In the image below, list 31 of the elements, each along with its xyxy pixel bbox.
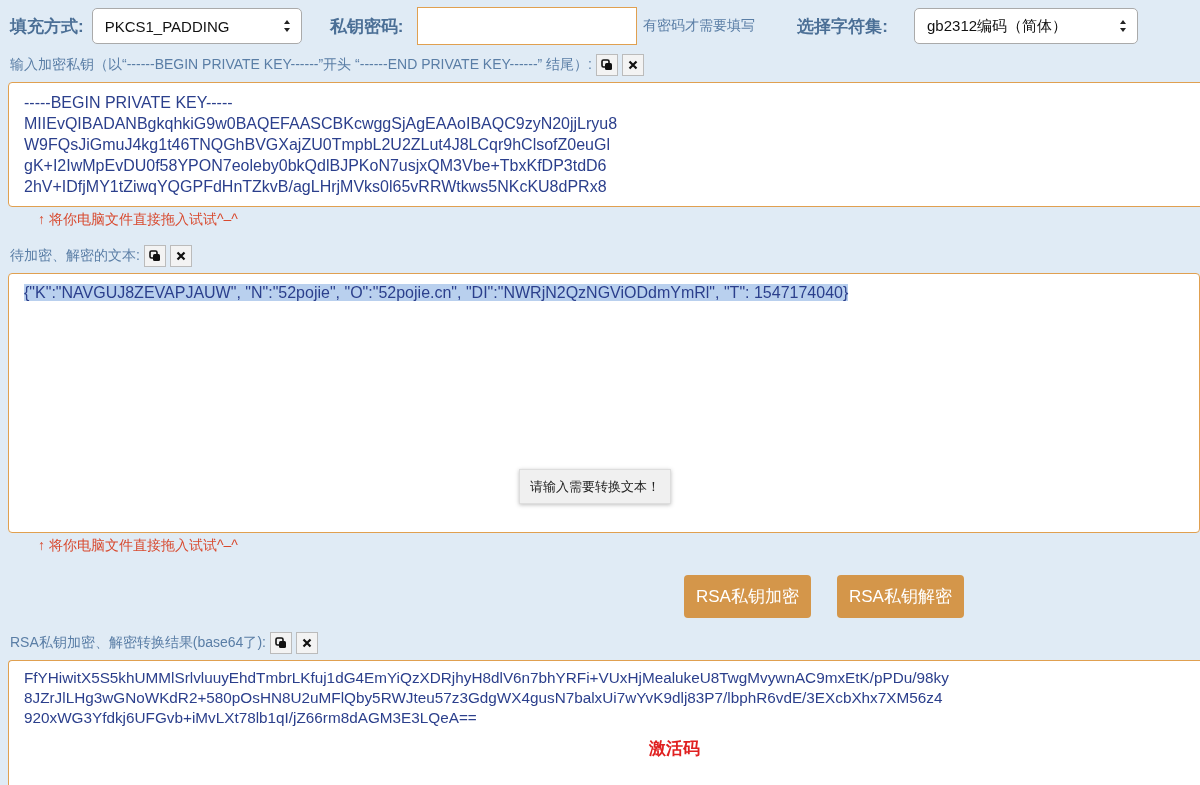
close-icon (628, 60, 638, 70)
copy-icon (274, 637, 287, 649)
annotation-label: 激活码 (649, 739, 700, 759)
password-field[interactable] (417, 7, 638, 45)
password-label: 私钥密码: (329, 15, 404, 38)
copy-button[interactable] (143, 245, 166, 267)
copy-icon (148, 250, 161, 262)
private-key-textarea[interactable]: -----BEGIN PRIVATE KEY----- MIIEvQIBADANBgkqhkiG9w0BAQEFAASCBKcwggSjAgEAAoIBAQC9zyN20jjLryu8 W9FQsJiGmuJ4kg1t46TNQGhBVGXajZU0TmpbL2U2ZLut4J8LCqr9hClsofZ0euGl gK+I2IwMpEvDU0f58YPON7eoleby0bkQdlBJPKoN7usjxQM3Vbe+TbxKfDP3tdD6 2hV+IDfjMY1tZiwqYQGPFdHnTZkvB/agLHrjMVks0l65vRRWtkws5NKcKU8dPRx8 (8, 82, 1200, 207)
password-hint: 有密码才需要填写 (643, 17, 756, 35)
charset-label: 选择字符集: (797, 15, 888, 38)
close-icon (301, 638, 312, 648)
clear-button[interactable] (295, 632, 318, 654)
input-textarea[interactable]: {"K":"NAVGUJ8ZEVAPJAUW", "N":"52pojie", "O":"52pojie.cn", "DI":"NWRjN2QzNGViODdmYmRl", "T": 1547174040} 请输入需要转换文本！ (8, 273, 1200, 533)
private-key-label: 输入加密私钥（以“------BEGIN PRIVATE KEY------”开头 “------END PRIVATE KEY------” 结尾）: (10, 56, 592, 74)
copy-icon (601, 59, 613, 71)
copy-button[interactable] (596, 54, 618, 76)
padding-label: 填充方式: (10, 15, 84, 38)
charset-select[interactable]: gb2312编码（简体） (914, 8, 1138, 44)
input-text-label: 待加密、解密的文本: (10, 247, 140, 265)
clear-button[interactable] (622, 54, 644, 76)
drag-drop-hint: ↑ 将你电脑文件直接拖入试试^–^ (37, 210, 239, 229)
caret-icon (1119, 19, 1127, 33)
padding-select[interactable]: PKCS1_PADDING (91, 8, 302, 44)
copy-button[interactable] (269, 632, 292, 654)
validation-tooltip: 请输入需要转换文本！ (519, 469, 671, 504)
caret-icon (282, 19, 291, 33)
clear-button[interactable] (169, 245, 192, 267)
close-icon (175, 251, 186, 261)
drag-drop-hint: ↑ 将你电脑文件直接拖入试试^–^ (37, 536, 239, 555)
result-textarea[interactable]: FfYHiwitX5S5khUMMlSrlvluuyEhdTmbrLKfuj1dG4EmYiQzXDRjhyH8dlV6n7bhYRFi+VUxHjMealukeU8TwgMvywnAC9mxEtK/pPDu/98ky 8JZrJlLHg3wGNoWKdR2+580pOsHN8U2uMFlQby5RWJteu57z3GdgWX4gusN7balxUi7wYvK9dlj83P7/lbphR6vdE/3EXcbXhx7XM56z4 920xWG3Yfdkj6UFGvb+iMvLXt78lb1qI/jZ66rm8dAGM3E3LQeA== 激活码 (8, 660, 1200, 785)
result-label: RSA私钥加密、解密转换结果(base64了): (10, 634, 266, 652)
